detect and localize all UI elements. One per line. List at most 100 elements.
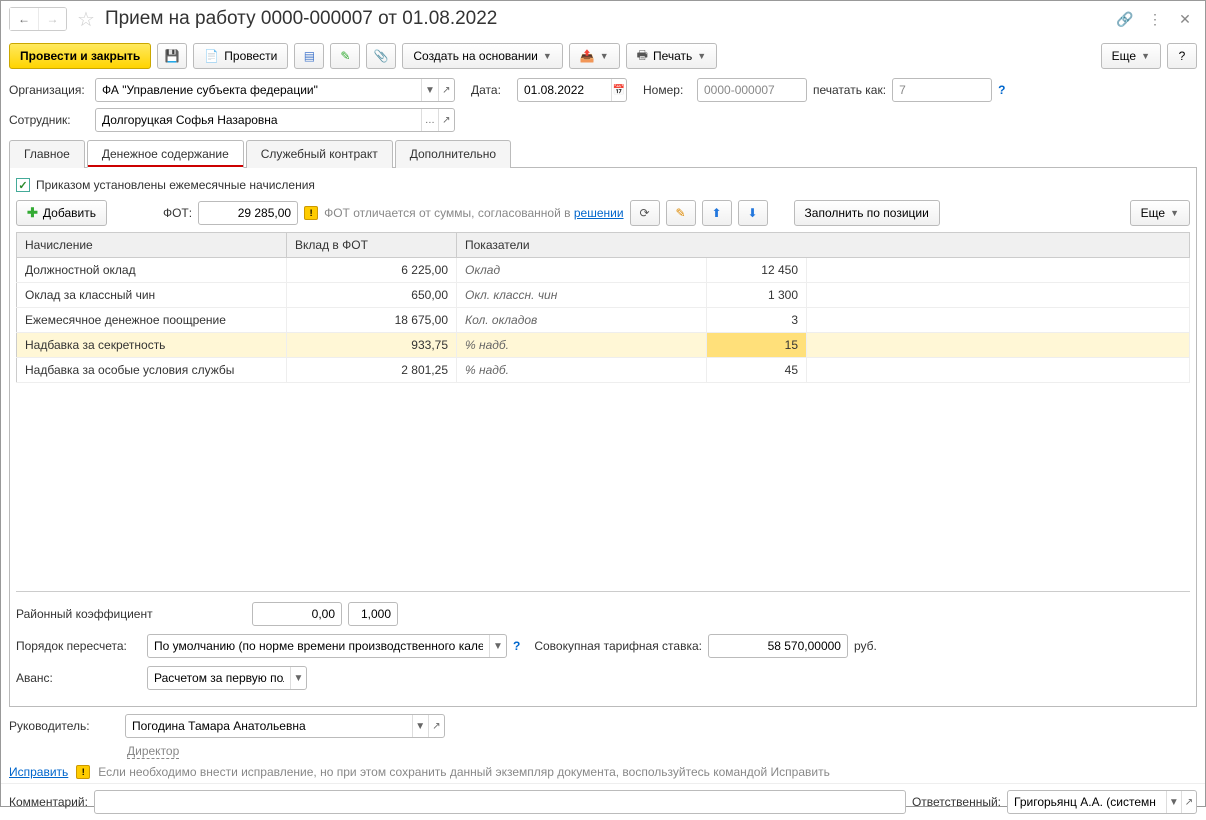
correct-link[interactable]: Исправить [9,765,68,779]
district-coef2-field[interactable] [348,602,398,626]
correct-text: Если необходимо внести исправление, но п… [98,765,830,779]
responsible-open-icon[interactable]: ↗ [1181,791,1196,813]
pencil-button[interactable]: ✎ [330,43,360,69]
manager-input[interactable] [126,715,412,737]
employee-open-icon[interactable]: ↗ [438,109,454,131]
create-based-button[interactable]: Создать на основании▼ [402,43,562,69]
tab-salary[interactable]: Денежное содержание [87,140,244,168]
advance-dropdown-icon[interactable]: ▼ [290,667,306,689]
fot-field[interactable] [198,201,298,225]
col-indicators[interactable]: Показатели [457,233,1190,258]
checkbox-row: ✓ Приказом установлены ежемесячные начис… [16,174,1190,200]
cell-spacer [807,358,1190,383]
table-row[interactable]: Оклад за классный чин650,00Окл. классн. … [17,283,1190,308]
create-based-label: Создать на основании [413,49,538,63]
org-open-icon[interactable]: ↗ [438,79,454,101]
cell-name: Должностной оклад [17,258,287,283]
tab-extra[interactable]: Дополнительно [395,140,511,168]
back-button[interactable]: ← [10,8,38,30]
cell-contrib: 2 801,25 [287,358,457,383]
manager-dropdown-icon[interactable]: ▼ [412,715,428,737]
forward-button[interactable]: → [38,8,66,30]
doc-button[interactable]: ▤ [294,43,324,69]
table-row[interactable]: Ежемесячное денежное поощрение18 675,00К… [17,308,1190,333]
cell-contrib: 18 675,00 [287,308,457,333]
cell-ind-value: 12 450 [707,258,807,283]
recalc-dropdown-icon[interactable]: ▼ [489,635,506,657]
date-input[interactable] [518,79,611,101]
rate-field[interactable] [708,634,848,658]
save-button[interactable]: 💾 [157,43,187,69]
print-button[interactable]: 🖶Печать▼ [626,43,718,69]
col-accrual[interactable]: Начисление [17,233,287,258]
tab-contract[interactable]: Служебный контракт [246,140,393,168]
calendar-icon[interactable]: 📅 [611,79,626,101]
titlebar: ← → ☆ Прием на работу 0000-000007 от 01.… [1,1,1205,37]
table-row[interactable]: Надбавка за секретность933,75% надб.15 [17,333,1190,358]
table-more-button[interactable]: Еще▼ [1130,200,1190,226]
org-field[interactable]: ▼ ↗ [95,78,455,102]
move-up-button[interactable]: ⬆ [702,200,732,226]
decision-link[interactable]: решении [574,206,624,220]
employee-field[interactable]: … ↗ [95,108,455,132]
refresh-button[interactable]: ⟳ [630,200,660,226]
fill-by-position-button[interactable]: Заполнить по позиции [794,200,940,226]
district-coef1-input[interactable] [253,603,341,625]
recalc-field[interactable]: ▼ [147,634,507,658]
responsible-input[interactable] [1008,791,1166,813]
comment-field[interactable] [94,790,906,814]
manager-field[interactable]: ▼ ↗ [125,714,445,738]
employee-label: Сотрудник: [9,113,89,127]
col-contrib[interactable]: Вклад в ФОТ [287,233,457,258]
comment-input[interactable] [95,791,905,813]
kebab-icon[interactable]: ⋮ [1143,8,1167,30]
manager-open-icon[interactable]: ↗ [428,715,444,737]
edit-pencil-button[interactable]: ✎ [666,200,696,226]
print-as-label: печатать как: [813,83,886,97]
add-label: Добавить [43,206,96,220]
advance-field[interactable]: ▼ [147,666,307,690]
favorite-star-icon[interactable]: ☆ [77,7,95,32]
org-input[interactable] [96,79,421,101]
responsible-field[interactable]: ▼ ↗ [1007,790,1197,814]
recalc-help-icon[interactable]: ? [513,639,520,653]
table-row[interactable]: Надбавка за особые условия службы2 801,2… [17,358,1190,383]
monthly-accruals-checkbox[interactable]: ✓ [16,178,30,192]
attachment-button[interactable]: 📎 [366,43,396,69]
recalc-input[interactable] [148,635,489,657]
recalc-label: Порядок пересчета: [16,639,141,653]
link-icon[interactable]: 🔗 [1113,8,1137,30]
add-button[interactable]: ✚Добавить [16,200,107,226]
help-qmark-icon[interactable]: ? [998,83,1005,97]
date-field[interactable]: 📅 [517,78,627,102]
advance-input[interactable] [148,667,290,689]
help-button[interactable]: ? [1167,43,1197,69]
number-input[interactable] [698,79,806,101]
post-button[interactable]: 📄Провести [193,43,288,69]
manager-position-link[interactable]: Директор [127,744,179,759]
district-coef2-input[interactable] [349,603,397,625]
responsible-dropdown-icon[interactable]: ▼ [1166,791,1181,813]
more-button[interactable]: Еще▼ [1101,43,1161,69]
cell-ind-value: 15 [707,333,807,358]
export-button[interactable]: 📤▼ [569,43,620,69]
employee-select-icon[interactable]: … [421,109,437,131]
close-icon[interactable]: ✕ [1173,8,1197,30]
accruals-table-wrap: Начисление Вклад в ФОТ Показатели Должно… [16,232,1190,592]
print-as-field[interactable] [892,78,992,102]
date-label: Дата: [471,83,511,97]
cell-ind-label: % надб. [457,358,707,383]
employee-input[interactable] [96,109,421,131]
move-down-button[interactable]: ⬇ [738,200,768,226]
district-coef-label: Районный коэффициент [16,607,246,621]
district-coef1-field[interactable] [252,602,342,626]
tab-main[interactable]: Главное [9,140,85,168]
number-field[interactable] [697,78,807,102]
print-as-input[interactable] [893,79,991,101]
post-and-close-button[interactable]: Провести и закрыть [9,43,151,69]
rate-input[interactable] [709,635,847,657]
cell-contrib: 6 225,00 [287,258,457,283]
org-dropdown-icon[interactable]: ▼ [421,79,437,101]
table-row[interactable]: Должностной оклад6 225,00Оклад12 450 [17,258,1190,283]
fot-input[interactable] [199,202,297,224]
